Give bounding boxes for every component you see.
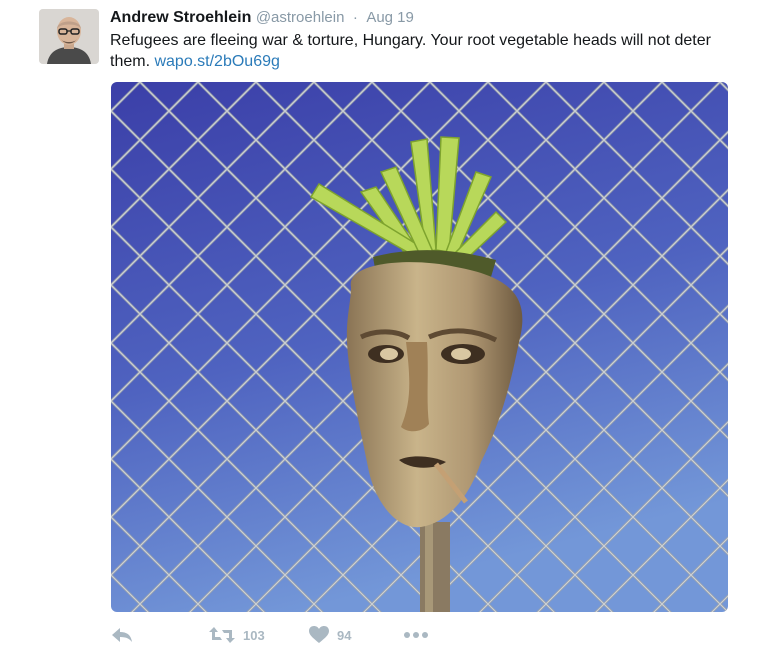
tweet-link[interactable]: wapo.st/2bOu69g bbox=[154, 53, 279, 70]
tweet-media[interactable] bbox=[111, 82, 728, 612]
retweet-count: 103 bbox=[243, 627, 265, 643]
tweet-actions: 103 94 bbox=[111, 622, 731, 648]
retweet-button[interactable]: 103 bbox=[209, 622, 265, 648]
author-handle[interactable]: @astroehlein bbox=[256, 9, 345, 26]
tweet-header: Andrew Stroehlein @astroehlein · Aug 19 bbox=[110, 8, 414, 28]
heart-icon bbox=[309, 626, 329, 644]
like-count: 94 bbox=[337, 627, 352, 643]
avatar-photo bbox=[39, 9, 99, 64]
tweet-date[interactable]: Aug 19 bbox=[366, 9, 414, 26]
reply-icon bbox=[111, 626, 133, 644]
author-name[interactable]: Andrew Stroehlein bbox=[110, 9, 251, 26]
reply-button[interactable] bbox=[111, 622, 133, 648]
more-button[interactable] bbox=[403, 622, 429, 648]
tweet: Andrew Stroehlein @astroehlein · Aug 19 … bbox=[0, 0, 768, 651]
tweet-text: Refugees are fleeing war & torture, Hung… bbox=[110, 30, 740, 72]
retweet-icon bbox=[209, 626, 235, 644]
avatar[interactable] bbox=[39, 9, 99, 64]
like-button[interactable]: 94 bbox=[309, 622, 351, 648]
more-icon bbox=[403, 631, 429, 639]
media-image bbox=[111, 82, 728, 612]
separator: · bbox=[352, 9, 358, 26]
